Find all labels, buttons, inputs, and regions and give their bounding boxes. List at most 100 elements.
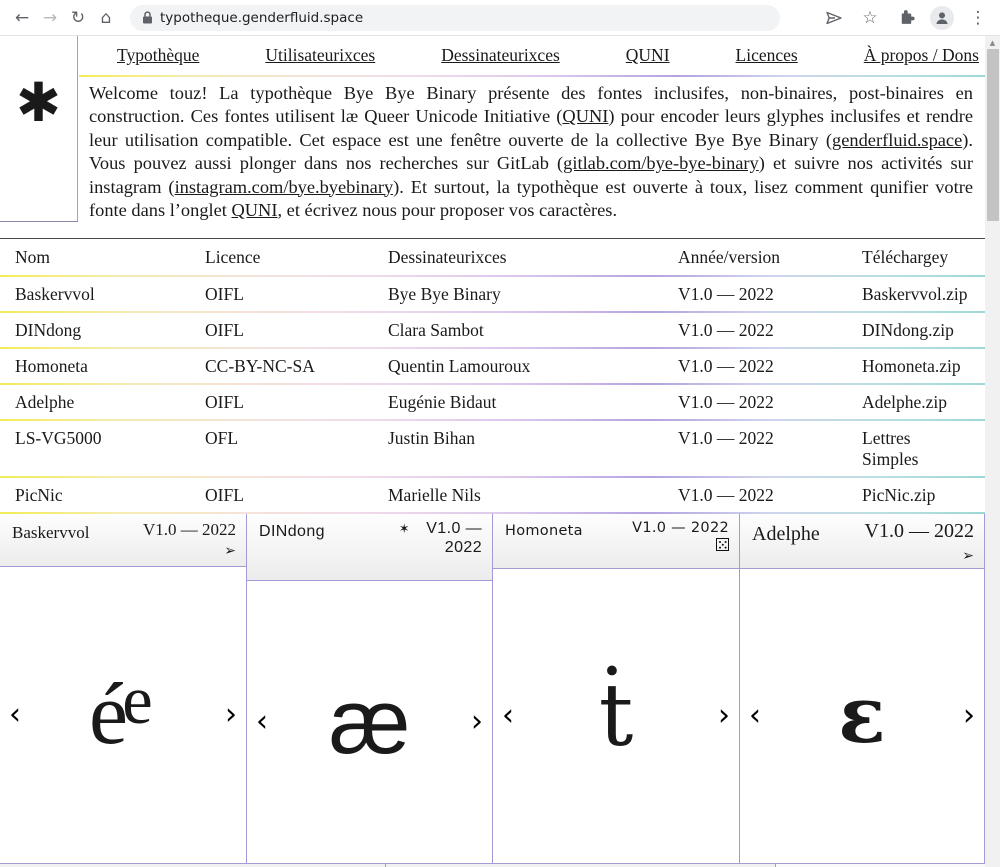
- preview-glyph: ṫ: [599, 673, 634, 759]
- font-card-baskervvol: BaskervvolV1.0 — 2022➢‹ée›: [0, 514, 247, 863]
- licence-cell: OIFL: [205, 277, 388, 311]
- licence-cell: OIFL: [205, 385, 388, 419]
- card-font-name: Baskervvol: [12, 523, 89, 543]
- card-version: V1.0 — 2022: [410, 520, 482, 557]
- send-icon[interactable]: [822, 4, 846, 32]
- font-card-dindong: DINdong V1.0 — 2022✶ ‹ æ ›: [247, 514, 493, 863]
- column-header: Année/version: [678, 239, 862, 275]
- site-logo[interactable]: ✱: [0, 36, 78, 222]
- fonts-table: NomLicenceDessinateurixcesAnnée/versionT…: [0, 238, 985, 512]
- font-name-cell: Homoneta: [15, 349, 205, 383]
- version-cell: V1.0 — 2022: [678, 277, 862, 311]
- version-cell: V1.0 — 2022: [678, 349, 862, 383]
- nav-link-dessinateurixces[interactable]: Dessinateurixces: [441, 45, 560, 66]
- licence-cell: OFL: [205, 421, 388, 455]
- designer-cell: Marielle Nils: [388, 478, 678, 512]
- glyph-preview-area: ‹ ée ›: [0, 567, 246, 863]
- page: ✱ Typothèque Utilisateurixces Dessinateuri…: [0, 36, 1000, 867]
- table-row: BaskervvolOIFLBye Bye BinaryV1.0 — 2022B…: [0, 277, 985, 311]
- intro-link[interactable]: QUNI: [232, 200, 278, 220]
- font-name-cell: PicNic: [15, 478, 205, 512]
- designer-cell: Justin Bihan: [388, 421, 678, 455]
- card-font-name: Adelphe: [752, 523, 820, 546]
- download-link[interactable]: PicNic.zip: [862, 478, 985, 512]
- home-button[interactable]: ⌂: [92, 4, 120, 32]
- download-link[interactable]: DINdong.zip: [862, 313, 985, 347]
- intro-link[interactable]: instagram.com/bye.byebinary: [175, 177, 394, 197]
- table-row: LS-VG5000OFLJustin BihanV1.0 — 2022Lettr…: [0, 421, 985, 476]
- designer-cell: Quentin Lamouroux: [388, 349, 678, 383]
- forward-button[interactable]: →: [36, 4, 64, 32]
- font-card-homoneta: HomonetaV1.0 — 2022 ‹ ṫ ›: [493, 514, 740, 863]
- download-link[interactable]: Lettres Simples: [862, 421, 932, 476]
- designer-cell: Bye Bye Binary: [388, 277, 678, 311]
- version-cell: V1.0 — 2022: [678, 313, 862, 347]
- card-header: HomonetaV1.0 — 2022: [493, 514, 739, 569]
- nav-link-licences[interactable]: Licences: [736, 45, 798, 66]
- download-link[interactable]: Homoneta.zip: [862, 349, 985, 383]
- preview-glyph: ée: [89, 671, 157, 759]
- site-header: ✱ Typothèque Utilisateurixces Dessinateuri…: [0, 36, 985, 230]
- main-nav: Typothèque Utilisateurixces Dessinateurixc…: [79, 36, 985, 75]
- table-row: DINdongOIFLClara SambotV1.0 — 2022DINdon…: [0, 313, 985, 347]
- lock-icon: [142, 11, 153, 24]
- asterisk-icon: ✶: [399, 522, 410, 537]
- next-glyph-chevron-icon[interactable]: ›: [471, 707, 483, 737]
- intro-text: , et écrivez nous pour proposer vos cara…: [277, 200, 617, 220]
- font-name-cell: DINdong: [15, 313, 205, 347]
- licence-cell: CC-BY-NC-SA: [205, 349, 388, 383]
- card-header: AdelpheV1.0 — 2022➢: [740, 514, 984, 569]
- card-header: DINdong V1.0 — 2022✶: [247, 514, 492, 581]
- table-row: PicNicOIFLMarielle NilsV1.0 — 2022PicNic…: [0, 478, 985, 512]
- version-cell: V1.0 — 2022: [678, 385, 862, 419]
- download-link[interactable]: Adelphe.zip: [862, 385, 985, 419]
- dice-icon: [716, 538, 729, 551]
- glyph-preview-area: ‹ ṫ ›: [493, 569, 739, 863]
- scrollbar-thumb[interactable]: [987, 49, 999, 221]
- prev-glyph-chevron-icon[interactable]: ‹: [749, 701, 761, 731]
- column-header: Licence: [205, 239, 388, 275]
- card-icon-line: ➢: [12, 541, 236, 558]
- intro-link[interactable]: QUNI: [562, 106, 608, 126]
- reload-button[interactable]: ↻: [64, 4, 92, 32]
- intro-paragraph: Welcome touz! La typothèque Bye Bye Bina…: [79, 77, 985, 230]
- preview-glyph: æ: [329, 676, 411, 768]
- url-bar[interactable]: typotheque.genderfluid.space: [130, 5, 780, 31]
- prev-glyph-chevron-icon[interactable]: ‹: [256, 707, 268, 737]
- table-header-row: NomLicenceDessinateurixcesAnnée/versionT…: [0, 239, 985, 275]
- intro-link[interactable]: genderfluid.space: [832, 130, 962, 150]
- bookmark-star-icon[interactable]: ☆: [858, 4, 882, 32]
- scrollbar-up-icon[interactable]: ▲: [985, 36, 1000, 48]
- intro-link[interactable]: gitlab.com/bye-bye-binary: [563, 153, 759, 173]
- designer-cell: Eugénie Bidaut: [388, 385, 678, 419]
- nav-link-quni[interactable]: QUNI: [626, 45, 670, 66]
- prev-glyph-chevron-icon[interactable]: ‹: [502, 701, 514, 731]
- nav-link-utilisateurixces[interactable]: Utilisateurixces: [265, 45, 375, 66]
- download-link[interactable]: Baskervvol.zip: [862, 277, 985, 311]
- table-row: AdelpheOIFLEugénie BidautV1.0 — 2022Adel…: [0, 385, 985, 419]
- profile-avatar-icon[interactable]: [930, 6, 954, 30]
- extensions-puzzle-icon[interactable]: [894, 4, 918, 32]
- card-font-name: DINdong: [259, 523, 325, 541]
- column-header: Dessinateurixces: [388, 239, 678, 275]
- licence-cell: OIFL: [205, 313, 388, 347]
- nav-link-typoth-que[interactable]: Typothèque: [117, 45, 199, 66]
- next-glyph-chevron-icon[interactable]: ›: [718, 701, 730, 731]
- page-scrollbar[interactable]: ▲: [985, 36, 1000, 867]
- next-glyph-chevron-icon[interactable]: ›: [225, 700, 237, 730]
- card-icon-line: [505, 538, 729, 555]
- browser-menu-icon[interactable]: ⋮: [966, 4, 990, 32]
- version-cell: V1.0 — 2022: [678, 478, 862, 512]
- back-button[interactable]: ←: [8, 4, 36, 32]
- arrow-icon: ➢: [962, 548, 974, 564]
- glyph-preview-area: ‹ æ ›: [247, 581, 492, 863]
- card-font-name: Homoneta: [505, 523, 583, 539]
- card-icon-line: ➢: [752, 544, 974, 564]
- licence-cell: OIFL: [205, 478, 388, 512]
- preview-glyph: ɛ: [838, 677, 885, 755]
- asterisk-logo-icon[interactable]: ✱: [16, 76, 61, 130]
- next-glyph-chevron-icon[interactable]: ›: [963, 701, 975, 731]
- prev-glyph-chevron-icon[interactable]: ‹: [9, 700, 21, 730]
- version-cell: V1.0 — 2022: [678, 421, 862, 455]
- nav-link--propos-dons[interactable]: À propos / Dons: [864, 45, 979, 66]
